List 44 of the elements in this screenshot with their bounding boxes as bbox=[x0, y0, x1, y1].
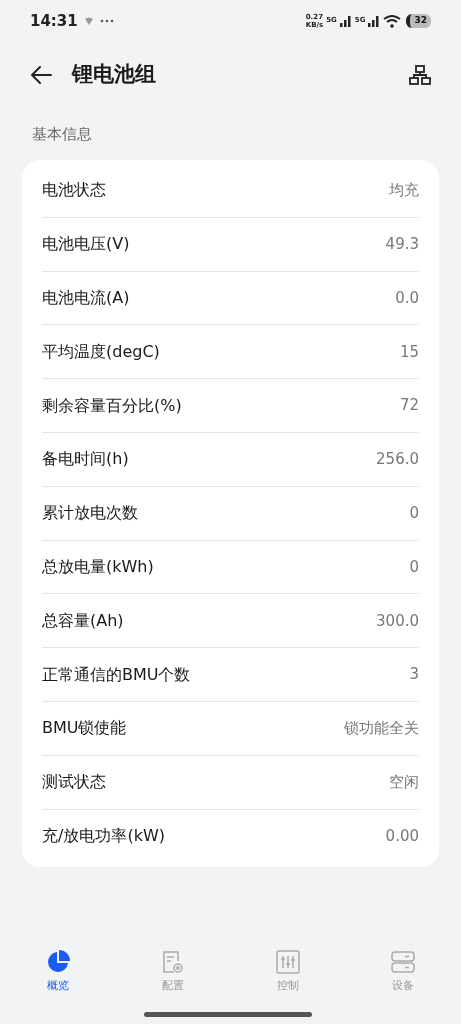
row-label: 正常通信的BMU个数 bbox=[42, 663, 191, 686]
row-label: 总放电量(kWh) bbox=[42, 555, 154, 578]
more-icon bbox=[99, 19, 114, 23]
row-value: 3 bbox=[409, 664, 419, 686]
signal-icon bbox=[339, 15, 352, 27]
row-value: 0 bbox=[409, 502, 419, 524]
row-label: 电池电压(V) bbox=[42, 233, 130, 256]
pie-chart-icon bbox=[45, 950, 70, 974]
row-value: 49.3 bbox=[385, 233, 419, 255]
row-label: 测试状态 bbox=[42, 771, 106, 794]
row-value: 300.0 bbox=[376, 610, 419, 632]
row-label: 总容量(Ah) bbox=[42, 609, 124, 632]
wifi-icon bbox=[383, 14, 402, 28]
nav-tab[interactable]: 配置 bbox=[115, 950, 231, 995]
status-time: 14:31 bbox=[30, 10, 78, 32]
row-label: 充/放电功率(kW) bbox=[42, 825, 165, 848]
server-icon bbox=[391, 950, 416, 974]
nav-tab[interactable]: 控制 bbox=[230, 950, 346, 995]
row-value: 0.00 bbox=[385, 826, 419, 848]
row-label: BMU锁使能 bbox=[42, 717, 127, 740]
document-gear-icon bbox=[161, 950, 184, 974]
row-label: 累计放电次数 bbox=[42, 502, 138, 525]
row-value: 72 bbox=[399, 395, 419, 417]
row-value: 15 bbox=[399, 341, 419, 363]
row-value: 256.0 bbox=[376, 449, 419, 471]
sliders-icon bbox=[276, 950, 301, 974]
row-label: 电池状态 bbox=[42, 179, 106, 202]
row-label: 备电时间(h) bbox=[42, 448, 129, 471]
row-label: 平均温度(degC) bbox=[42, 340, 160, 363]
topology-button[interactable] bbox=[407, 62, 433, 88]
row-value: 0.0 bbox=[395, 287, 419, 309]
wifi-icon bbox=[83, 16, 94, 26]
battery-icon: 32 bbox=[406, 14, 431, 28]
nav-tab[interactable]: 设备 bbox=[345, 950, 461, 995]
row-value: 0 bbox=[409, 556, 419, 578]
row-value: 空闲 bbox=[389, 771, 419, 793]
section-title: 基本信息 bbox=[32, 123, 92, 145]
page-title: 锂电池组 bbox=[72, 61, 157, 89]
signal-icon bbox=[368, 15, 381, 27]
row-value: 锁功能全关 bbox=[344, 718, 419, 740]
nav-tab[interactable]: 概览 bbox=[0, 950, 116, 995]
row-label: 剩余容量百分比(%) bbox=[42, 394, 182, 417]
row-label: 电池电流(A) bbox=[42, 287, 130, 309]
row-value: 均充 bbox=[389, 180, 419, 202]
